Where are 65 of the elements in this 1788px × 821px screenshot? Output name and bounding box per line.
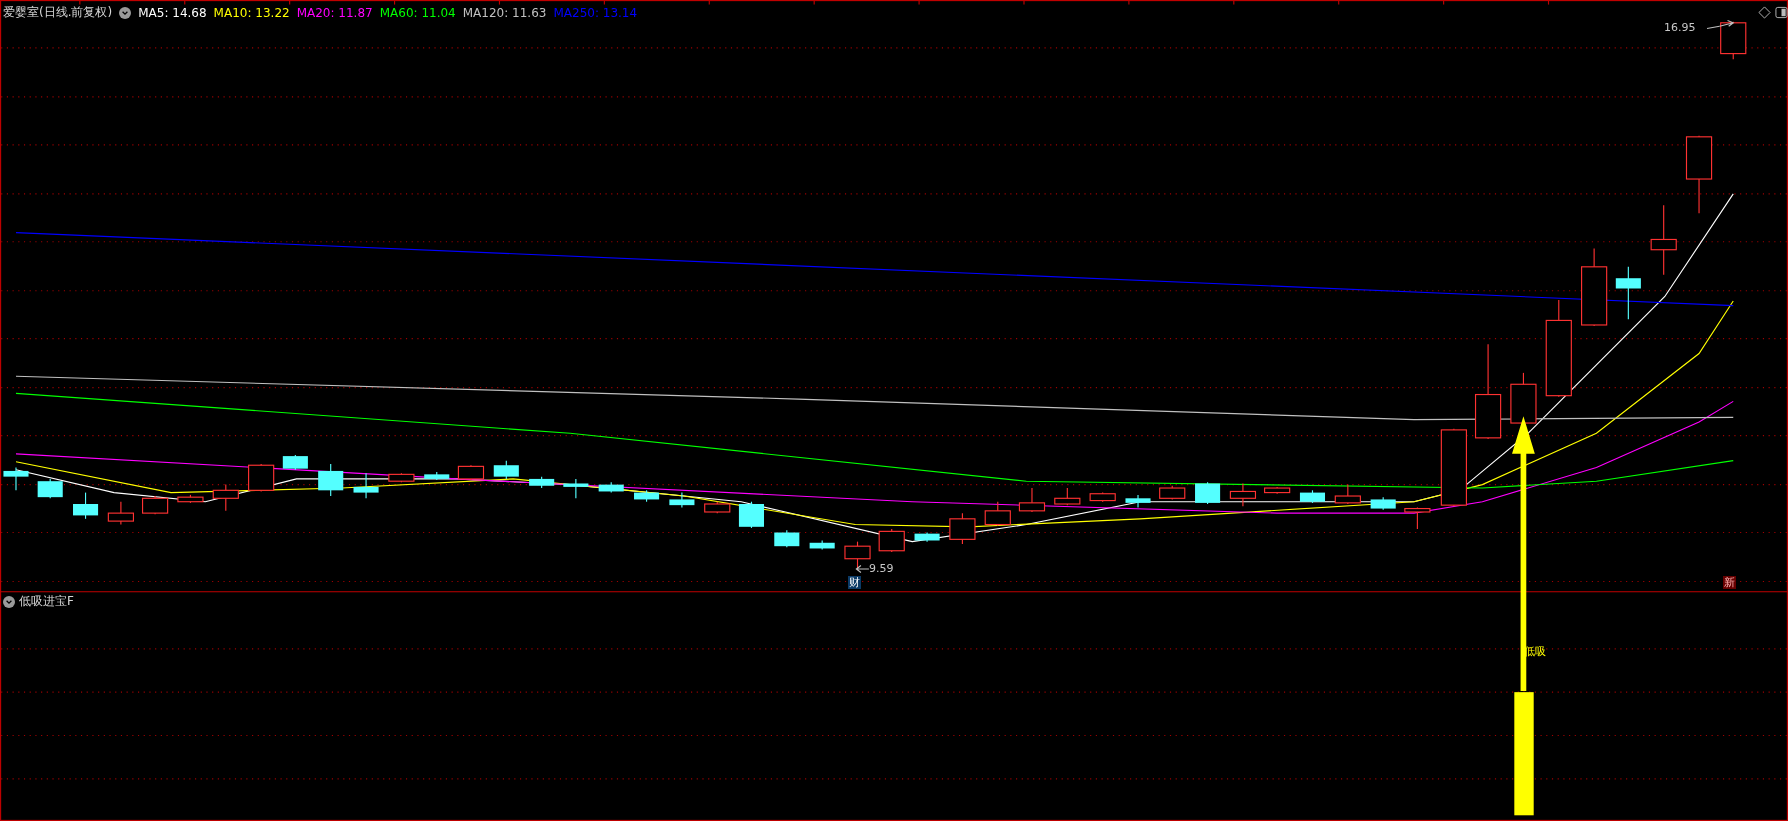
arrow-up-icon	[1512, 416, 1535, 691]
signal-label: 低吸	[1524, 644, 1546, 659]
chart-title: 爱婴室(日线.前复权)	[3, 4, 113, 21]
candlestick	[1510, 372, 1537, 425]
candlestick	[457, 464, 485, 481]
candlestick	[984, 501, 1011, 527]
arrow-icon	[1719, 19, 1735, 27]
candlestick	[1229, 482, 1257, 507]
candlestick	[493, 460, 519, 480]
dropdown-icon[interactable]	[119, 6, 132, 19]
candlestick	[107, 501, 134, 526]
new-marker[interactable]: 新	[1723, 576, 1736, 589]
candlestick	[3, 466, 29, 491]
indicator-value: MA20: 11.87	[296, 5, 373, 20]
candlestick	[598, 481, 624, 494]
indicator-value: MA60: 11.04	[379, 5, 456, 20]
candlestick	[914, 531, 940, 543]
candlestick	[1089, 492, 1116, 503]
candlestick	[282, 454, 308, 471]
candlestick	[1404, 506, 1431, 530]
candlestick	[529, 476, 555, 489]
candlestick	[809, 539, 835, 551]
indicator-value: MA5: 14.68	[138, 5, 207, 20]
candlestick	[1054, 487, 1081, 506]
candlestick	[1018, 487, 1046, 513]
candlestick	[634, 489, 660, 503]
candlestick	[248, 463, 275, 493]
finance-marker[interactable]: 财	[848, 576, 861, 589]
indicator-title: 低吸进宝F	[19, 593, 74, 610]
leader-line	[1706, 25, 1721, 30]
candlestick	[1264, 486, 1291, 495]
dropdown-icon[interactable]	[3, 595, 15, 608]
candlestick	[212, 484, 239, 512]
arrow-left-icon	[855, 565, 870, 573]
indicator-value: MA10: 13.22	[213, 5, 290, 20]
candlestick	[1195, 481, 1221, 505]
candlestick	[704, 501, 731, 514]
indicator-value: MA250: 13.14	[553, 5, 638, 20]
candlestick	[1370, 496, 1396, 511]
candlestick	[1159, 485, 1186, 500]
candlestick	[563, 478, 589, 499]
candlestick	[1720, 21, 1747, 60]
candlestick	[142, 495, 169, 515]
candlestick	[774, 529, 800, 548]
panel-toggle-icon[interactable]	[1775, 6, 1788, 19]
candlestick	[949, 512, 976, 545]
low-price-label: 9.59	[869, 562, 894, 575]
candlestick	[669, 492, 695, 508]
candlestick	[1125, 494, 1151, 508]
diamond-icon[interactable]	[1758, 6, 1771, 19]
high-price-label: 16.95	[1664, 21, 1696, 34]
candlestick	[37, 478, 63, 499]
candlestick	[1650, 204, 1677, 276]
candlestick	[738, 501, 764, 529]
candlestick	[424, 471, 450, 481]
candlestick	[177, 494, 204, 504]
candlestick	[878, 528, 905, 553]
candlestick	[1334, 484, 1361, 505]
indicator-value: MA120: 11.63	[462, 5, 547, 20]
candlestick	[1299, 489, 1326, 504]
candlestick	[318, 463, 344, 497]
candlestick	[73, 492, 99, 520]
candlestick	[1615, 266, 1641, 320]
candlestick	[353, 472, 379, 499]
candlestick	[388, 472, 415, 483]
